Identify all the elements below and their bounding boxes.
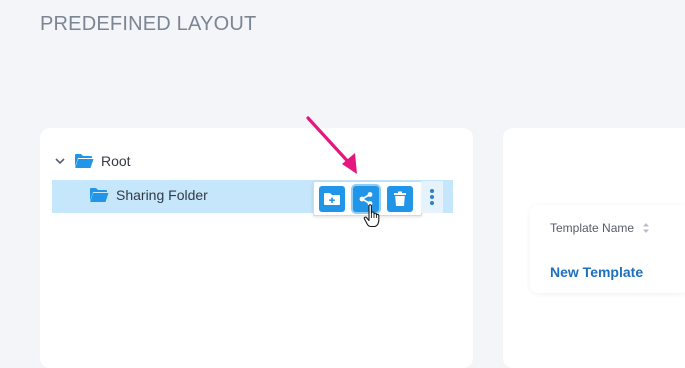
folder-open-icon bbox=[89, 187, 109, 203]
tree-node-label: Root bbox=[101, 153, 131, 169]
tree-node-label: Sharing Folder bbox=[116, 187, 208, 203]
annotation-arrow-icon bbox=[306, 116, 357, 174]
more-options-button[interactable] bbox=[421, 181, 443, 213]
sort-icon[interactable] bbox=[642, 222, 650, 234]
trash-icon bbox=[394, 191, 406, 206]
page-title: PREDEFINED LAYOUT bbox=[40, 13, 257, 35]
hand-cursor-icon bbox=[363, 204, 380, 228]
tree-node-root[interactable]: Root bbox=[54, 150, 131, 172]
column-header-template-name[interactable]: Template Name bbox=[550, 221, 650, 235]
kebab-menu-icon bbox=[430, 189, 434, 205]
delete-button[interactable] bbox=[387, 186, 413, 212]
chevron-down-icon[interactable] bbox=[54, 155, 66, 167]
column-header-label: Template Name bbox=[550, 221, 635, 235]
folder-add-icon bbox=[324, 193, 340, 205]
folder-open-icon bbox=[74, 153, 94, 169]
add-folder-button[interactable] bbox=[319, 186, 345, 212]
template-link[interactable]: New Template bbox=[550, 264, 643, 280]
tree-node-sharing-folder[interactable]: Sharing Folder bbox=[89, 184, 208, 206]
